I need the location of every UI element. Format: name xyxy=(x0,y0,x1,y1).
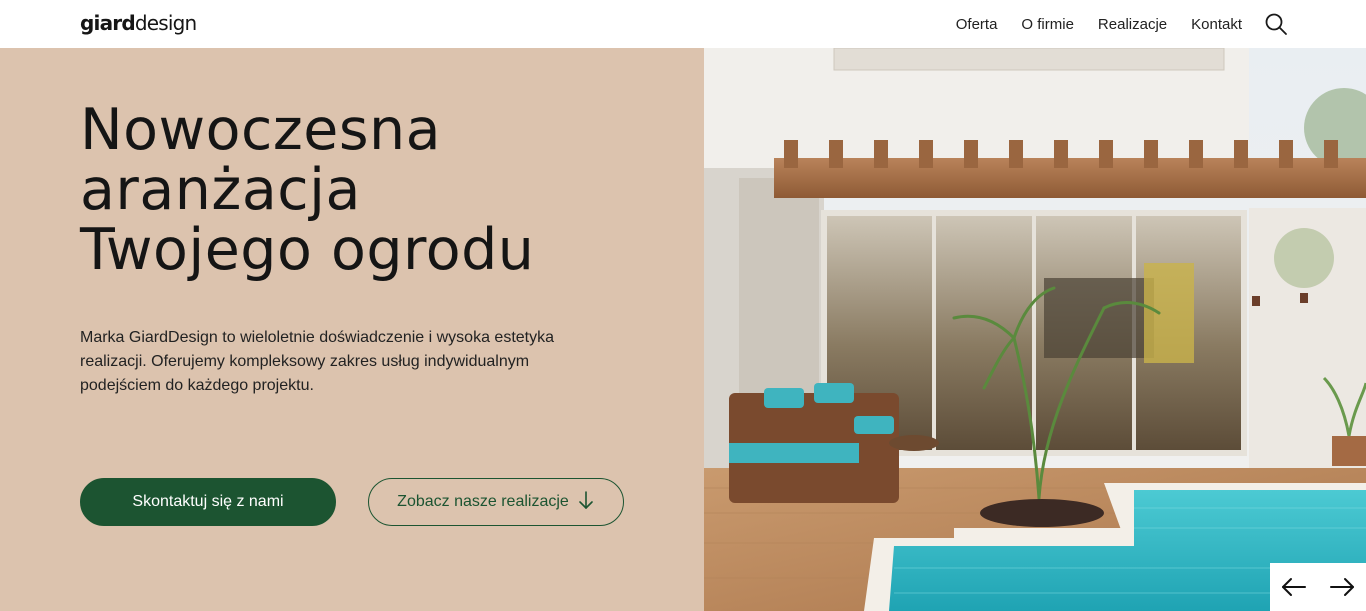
site-header: giarddesign Oferta O firmie Realizacje K… xyxy=(0,0,1366,48)
contact-button[interactable]: Skontaktuj się z nami xyxy=(80,478,336,526)
logo[interactable]: giarddesign xyxy=(80,11,197,35)
see-projects-button[interactable]: Zobacz nasze realizacje xyxy=(368,478,624,526)
nav-link-kontakt[interactable]: Kontakt xyxy=(1191,16,1242,33)
contact-button-label: Skontaktuj się z nami xyxy=(132,493,284,510)
arrow-down-icon xyxy=(577,490,595,515)
hero-image xyxy=(704,48,1366,611)
logo-bold-text: giard xyxy=(80,11,136,35)
see-projects-label: Zobacz nasze realizacje xyxy=(397,493,569,510)
hero-title-line-2: aranżacja xyxy=(80,157,361,223)
hero-title: Nowoczesna aranżacja Twojego ogrodu xyxy=(80,100,680,280)
hero-title-line-3: Twojego ogrodu xyxy=(80,217,535,283)
hero-description: Marka GiardDesign to wieloletnie doświad… xyxy=(80,329,554,394)
nav-link-realizacje[interactable]: Realizacje xyxy=(1098,16,1167,33)
main-nav: Oferta O firmie Realizacje Kontakt xyxy=(956,0,1242,48)
slider-controls xyxy=(1270,563,1366,611)
nav-link-oferta[interactable]: Oferta xyxy=(956,16,998,33)
hero-title-line-1: Nowoczesna xyxy=(80,97,442,163)
arrow-left-icon[interactable] xyxy=(1280,573,1308,601)
logo-regular-text: design xyxy=(134,11,197,35)
search-icon[interactable] xyxy=(1264,12,1288,36)
arrow-right-icon[interactable] xyxy=(1328,573,1356,601)
nav-link-o-firmie[interactable]: O firmie xyxy=(1021,16,1074,33)
